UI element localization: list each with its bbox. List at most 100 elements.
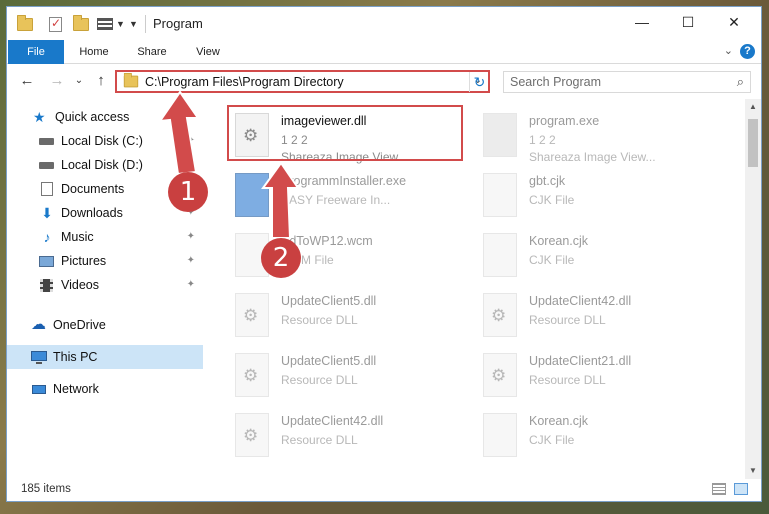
file-detail: Resource DLL [529,313,606,327]
ribbon-tabs: File Home Share View ⌄ ? [7,40,761,64]
sidebar-item-label: This PC [53,350,98,364]
properties-icon[interactable] [49,16,62,32]
dll-file-icon: ⚙ [235,353,269,397]
forward-button[interactable]: → [47,71,67,91]
sidebar-item-pictures[interactable]: Pictures ✦ [7,249,203,273]
file-tile[interactable]: Korean.cjk CJK File [477,409,712,465]
file-name: UpdateClient5.dll [281,354,377,368]
gear-icon: ⚙ [491,306,507,325]
address-path[interactable]: C:\Program Files\Program Directory [145,75,344,89]
sidebar-item-network[interactable]: Network [7,377,203,401]
pictures-icon [39,254,55,268]
search-placeholder: Search Program [510,75,602,89]
file-tile[interactable]: ProgrammInstaller.exe EASY Freeware In..… [229,169,464,225]
documents-icon [39,182,55,196]
file-name: Korean.cjk [529,414,589,428]
search-input[interactable]: Search Program ⌕ [503,71,751,93]
view-toggle-icon[interactable] [97,18,113,30]
file-detail: Resource DLL [281,313,358,327]
file-tile[interactable]: gbt.cjk CJK File [477,169,712,225]
close-button[interactable]: ✕ [711,7,757,37]
maximize-button[interactable]: ☐ [665,7,711,37]
sidebar-item-quick-access[interactable]: ★ Quick access [7,105,203,129]
large-icons-view-icon[interactable] [734,483,748,495]
pin-icon[interactable]: ✦ [187,255,195,266]
vertical-scrollbar[interactable]: ▲ ▼ [745,99,761,479]
file-name: gbt.cjk [529,174,566,188]
sidebar-item-local-disk-d[interactable]: Local Disk (D:) ✦ [7,153,203,177]
file-tile[interactable]: program.exe 1 2 2 Shareaza Image View... [477,109,712,165]
sidebar-item-label: OneDrive [53,318,106,332]
sidebar-item-label: Quick access [55,110,130,124]
file-detail: 1 2 2 [529,133,556,147]
sidebar-item-label: Network [53,382,99,396]
scroll-thumb[interactable] [748,119,758,167]
exe-file-icon [235,173,269,217]
file-tile[interactable]: ⚙ UpdateClient21.dll Resource DLL [477,349,712,405]
file-name: UpdateClient42.dll [281,414,384,428]
item-count: 185 items [21,483,71,495]
title-bar: ▼ ▼ Program — ☐ ✕ [7,7,761,39]
file-detail: Resource DLL [529,373,606,387]
file-tile[interactable]: ⚙ UpdateClient5.dll Resource DLL [229,289,464,345]
sidebar-item-this-pc[interactable]: This PC [7,345,203,369]
file-detail: CJK File [529,253,575,267]
computer-icon [31,350,47,364]
sidebar-item-onedrive[interactable]: ☁ OneDrive [7,313,203,337]
gear-icon: ⚙ [243,306,259,325]
pin-icon[interactable]: ✦ [187,135,195,146]
highlight-frame [227,105,463,161]
pin-icon[interactable]: ✦ [187,279,195,290]
scroll-down-icon[interactable]: ▼ [745,463,761,479]
navigation-bar: ← → ⌄ ↑ C:\Program Files\Program Directo… [7,65,761,97]
expand-ribbon-icon[interactable]: ⌄ [724,44,733,57]
dll-file-icon: ⚙ [235,413,269,457]
sidebar-item-label: Downloads [61,206,123,220]
quick-access-toolbar [17,14,33,33]
file-detail: Resource DLL [281,373,358,387]
file-name: UpdateClient42.dll [529,294,632,308]
folder-icon[interactable] [17,14,33,31]
back-button[interactable]: ← [17,71,37,91]
callout-step-2: 2 [261,238,301,278]
title-separator [145,15,146,33]
tab-home[interactable]: Home [69,40,119,64]
sidebar-item-videos[interactable]: Videos ✦ [7,273,203,297]
search-icon[interactable]: ⌕ [737,74,744,90]
customize-toolbar-icon[interactable]: ▼ [129,19,138,29]
generic-file-icon [483,233,517,277]
sidebar-item-local-disk-c[interactable]: Local Disk (C:) ✦ [7,129,203,153]
pin-icon[interactable]: ✦ [187,159,195,170]
pin-icon[interactable]: ✦ [187,231,195,242]
file-name: UpdateClient5.dll [281,294,377,308]
file-detail: Resource DLL [281,433,358,447]
generic-file-icon [483,413,517,457]
file-tile[interactable]: Korean.cjk CJK File [477,229,712,285]
tab-file[interactable]: File [8,40,64,64]
refresh-button[interactable]: ↻ [469,72,489,92]
chevron-down-icon[interactable]: ▼ [116,19,125,29]
explorer-window: ▼ ▼ Program — ☐ ✕ File Home Share View ⌄… [6,6,762,502]
details-view-icon[interactable] [712,483,726,495]
sidebar-item-label: Local Disk (D:) [61,158,143,172]
help-icon[interactable]: ? [740,44,755,59]
minimize-button[interactable]: — [619,7,665,37]
tab-share[interactable]: Share [127,40,177,64]
file-name: UpdateClient21.dll [529,354,632,368]
recent-locations-button[interactable]: ⌄ [69,71,89,91]
sidebar-item-music[interactable]: ♪ Music ✦ [7,225,203,249]
file-tile[interactable]: ⚙ UpdateClient42.dll Resource DLL [477,289,712,345]
new-folder-icon[interactable] [73,14,89,31]
file-tile[interactable]: ⚙ UpdateClient42.dll Resource DLL [229,409,464,465]
star-icon: ★ [33,109,46,125]
tab-view[interactable]: View [183,40,233,64]
file-tile[interactable]: ⚙ UpdateClient5.dll Resource DLL [229,349,464,405]
sidebar-item-label: Music [61,230,94,244]
up-button[interactable]: ↑ [91,71,111,91]
dll-file-icon: ⚙ [235,293,269,337]
scroll-up-icon[interactable]: ▲ [745,99,761,115]
file-name: Korean.cjk [529,234,589,248]
drive-icon [39,158,55,172]
callout-step-1: 1 [168,172,208,212]
address-bar[interactable]: C:\Program Files\Program Directory ⌄ [115,70,490,93]
